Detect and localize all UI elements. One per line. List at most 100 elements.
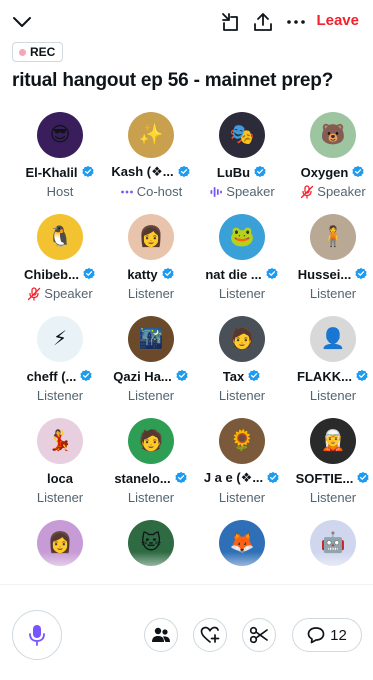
recording-badge: REC — [12, 42, 64, 62]
participant-name-text: LuBu — [216, 164, 251, 180]
participant-role: Listener — [14, 388, 106, 403]
people-button[interactable] — [144, 618, 178, 652]
participant-role-text: Listener — [309, 388, 357, 403]
avatar[interactable]: ⚡ — [37, 316, 83, 362]
leave-button[interactable]: Leave — [316, 12, 359, 29]
verified-badge-icon — [248, 369, 260, 382]
clip-button[interactable] — [242, 618, 276, 652]
participant-name: Hussei... — [287, 265, 373, 283]
participant-role: Speaker — [287, 184, 373, 199]
participant-role-text: Listener — [36, 388, 84, 403]
chevron-down-icon[interactable] — [10, 10, 34, 34]
avatar-image: 💃 — [47, 430, 73, 452]
avatar[interactable]: ✨ — [128, 112, 174, 158]
verified-badge-icon — [175, 471, 187, 484]
participant[interactable]: 🐻 Oxygen Speaker — [287, 112, 373, 199]
participant[interactable]: 🎭 LuBu Speaker — [196, 112, 288, 199]
participant-role: Listener — [105, 490, 197, 505]
avatar[interactable]: 🧍 — [310, 214, 356, 260]
verified-badge-icon — [355, 267, 367, 280]
participant-role: Listener — [196, 490, 288, 505]
avatar[interactable]: 💃 — [37, 418, 83, 464]
avatar-image: 👤 — [320, 328, 346, 350]
mic-button[interactable] — [12, 610, 62, 660]
participant-name-text: Kash (❖... — [111, 164, 174, 179]
participant[interactable]: 👤 FLAKK... Listener — [287, 316, 373, 403]
participant[interactable]: 🧑 stanelo... Listener — [105, 418, 197, 505]
participant-role-text: Listener — [127, 490, 175, 505]
participant-role-text: Listener — [127, 286, 175, 301]
avatar-image: 🌻 — [229, 430, 255, 452]
participant-name-text: Qazi Ha... — [113, 368, 172, 384]
participant-grid: 😎 El-Khalil Host ✨ Kash (❖... Co-host 🎭 LuBu Spe… — [0, 112, 373, 580]
participant-role-text: Speaker — [226, 184, 275, 199]
avatar[interactable]: 👩 — [128, 214, 174, 260]
avatar[interactable]: 👤 — [310, 316, 356, 362]
participant-name: J a e (❖... — [196, 469, 288, 487]
participant-role: Host — [14, 184, 106, 199]
participant[interactable]: 🐧 Chibeb... Speaker — [14, 214, 106, 301]
avatar-image: ✨ — [138, 124, 164, 146]
avatar[interactable]: 🧑 — [219, 316, 265, 362]
participant[interactable]: 🌃 Qazi Ha... Listener — [105, 316, 197, 403]
avatar[interactable]: 🐻 — [310, 112, 356, 158]
participant-name-text: Tax — [222, 368, 245, 384]
participant[interactable]: 😎 El-Khalil Host — [14, 112, 106, 199]
participant-name: katty — [105, 265, 197, 283]
avatar[interactable]: 🧝 — [310, 418, 356, 464]
microphone-icon — [29, 625, 45, 646]
comment-bubble-icon — [307, 627, 325, 644]
participant[interactable]: 🧑 Tax Listener — [196, 316, 288, 403]
participant[interactable]: 👩 katty Listener — [105, 214, 197, 301]
participant-name: Oxygen — [287, 163, 373, 181]
avatar[interactable]: 🐸 — [219, 214, 265, 260]
recording-label: REC — [30, 45, 56, 59]
avatar[interactable]: 🎭 — [219, 112, 265, 158]
participant-name-text: SOFTIE... — [295, 470, 354, 486]
participant[interactable]: 🧍 Hussei... Listener — [287, 214, 373, 301]
participant-role-text: Co-host — [136, 184, 183, 199]
participant-name-text: cheff (... — [26, 368, 77, 384]
participant[interactable]: 🐸 nat die ... Listener — [196, 214, 288, 301]
participant-role: Listener — [14, 490, 106, 505]
participant-role: Speaker — [196, 184, 288, 199]
participant-name-text: loca — [46, 470, 73, 486]
verified-badge-icon — [162, 267, 174, 280]
participant-name-text: El-Khalil — [25, 164, 78, 180]
more-options-icon[interactable] — [284, 10, 308, 34]
participant-role-text: Listener — [36, 490, 84, 505]
participant[interactable]: 🌻 J a e (❖... Listener — [196, 418, 288, 505]
participant-name-text: FLAKK... — [297, 368, 352, 384]
avatar[interactable]: 🧑 — [128, 418, 174, 464]
avatar-image: 🎭 — [229, 124, 255, 146]
participant[interactable]: 💃 loca Listener — [14, 418, 106, 505]
comments-count: 12 — [330, 626, 347, 644]
verified-badge-icon — [80, 369, 93, 382]
dots-icon — [120, 190, 133, 193]
participant[interactable]: 🧝 SOFTIE... Listener — [287, 418, 373, 505]
mic-muted-icon — [301, 184, 314, 199]
participant-role-text: Listener — [309, 490, 357, 505]
participant-name-text: Chibeb... — [24, 266, 79, 282]
people-icon — [152, 627, 170, 642]
participant-role-text: Speaker — [44, 286, 93, 301]
participant-role: Listener — [196, 286, 288, 301]
share-icon[interactable] — [251, 10, 275, 34]
avatar[interactable]: 🌻 — [219, 418, 265, 464]
participant-name: stanelo... — [105, 469, 197, 487]
verified-badge-icon — [176, 369, 188, 382]
react-button[interactable] — [193, 618, 227, 652]
avatar-image: 👩 — [138, 226, 164, 248]
participant-name: Kash (❖... — [105, 163, 197, 181]
participant[interactable]: ⚡ cheff (... Listener — [14, 316, 106, 403]
avatar[interactable]: 😎 — [37, 112, 83, 158]
participant-role-text: Listener — [218, 490, 266, 505]
comments-button[interactable]: 12 — [292, 618, 362, 652]
minimize-icon[interactable] — [218, 10, 242, 34]
participant[interactable]: ✨ Kash (❖... Co-host — [105, 112, 197, 199]
avatar[interactable]: 🐧 — [37, 214, 83, 260]
participant-name: cheff (... — [14, 367, 106, 385]
avatar[interactable]: 🌃 — [128, 316, 174, 362]
participant-role: Listener — [287, 490, 373, 505]
participant-role-text: Listener — [309, 286, 357, 301]
